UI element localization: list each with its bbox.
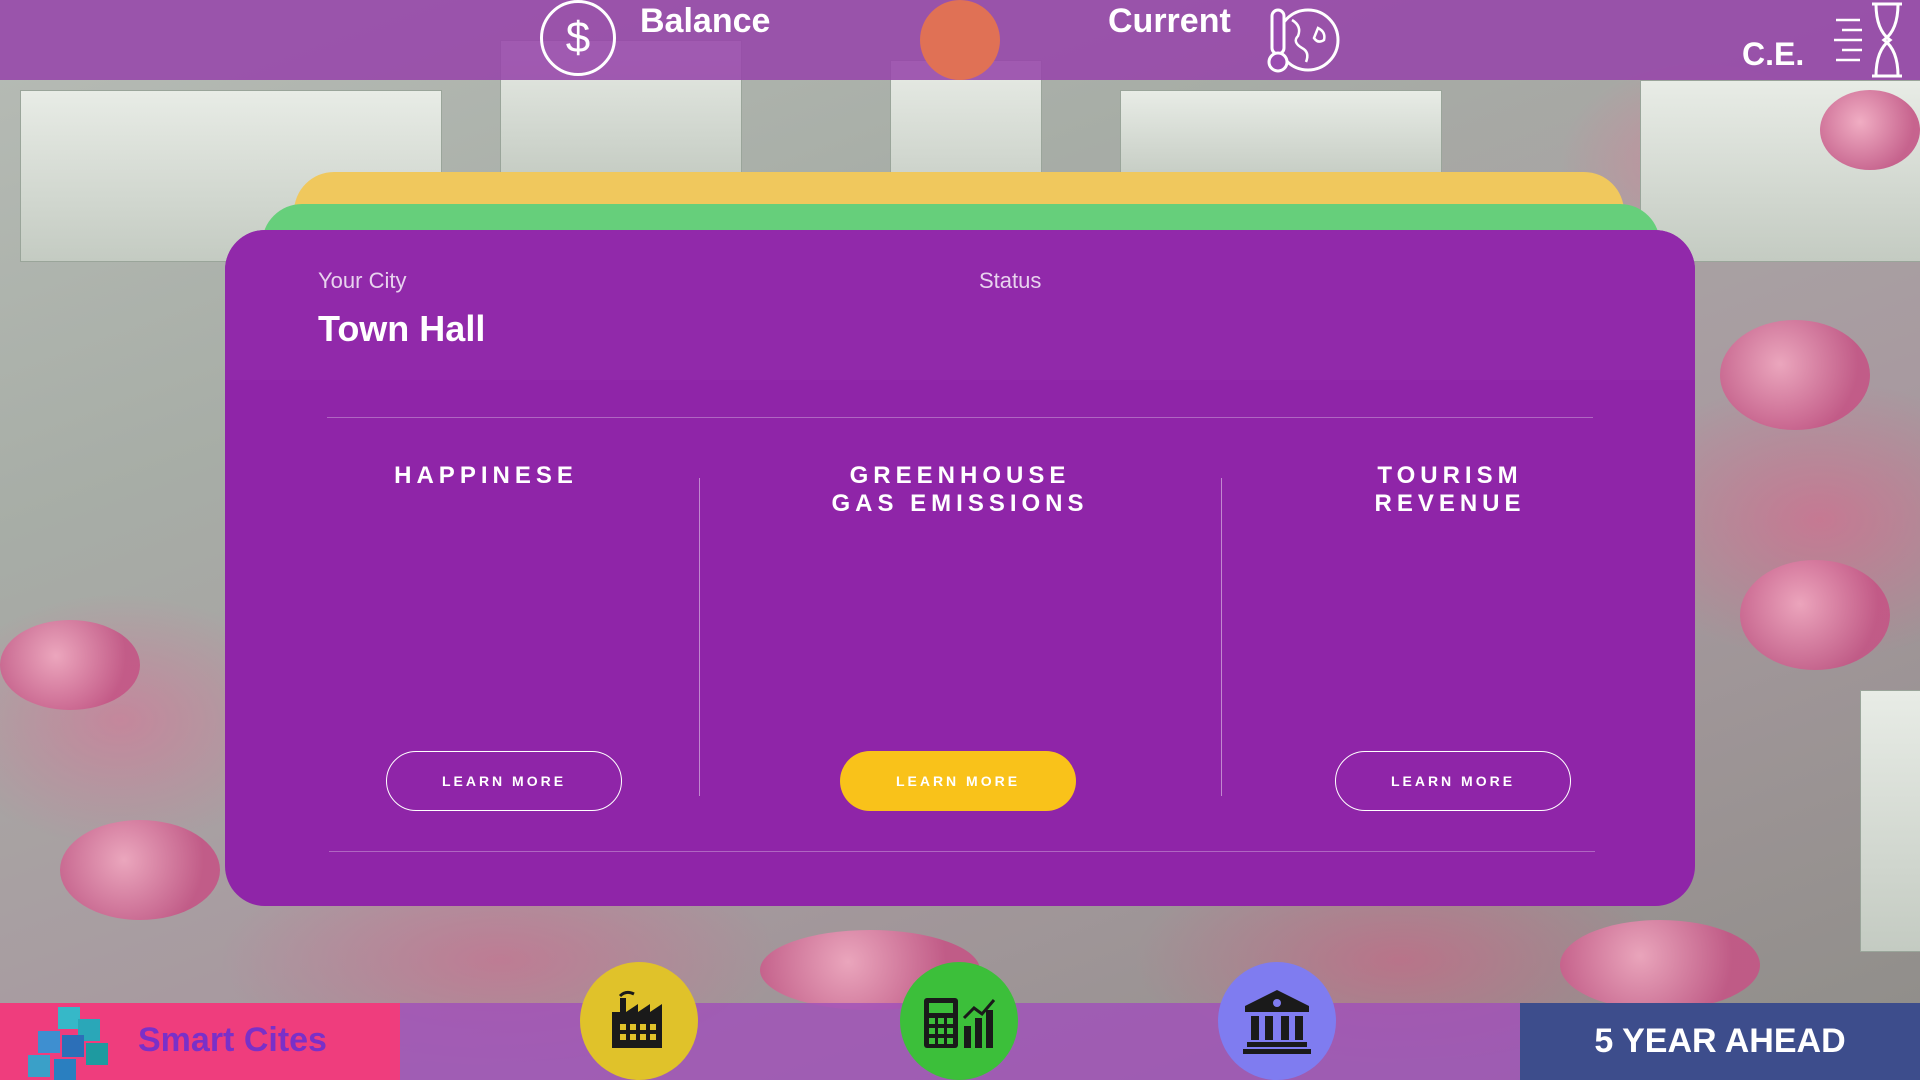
bank-building-icon — [1243, 990, 1311, 1054]
tree — [1720, 320, 1870, 430]
building — [1860, 690, 1920, 952]
building — [1120, 90, 1442, 182]
column-divider — [1221, 478, 1222, 796]
bank-building-button[interactable] — [1218, 962, 1336, 1080]
status-label: Status — [979, 268, 1042, 293]
smart-cities-logo-icon — [28, 1007, 108, 1080]
divider — [329, 851, 1595, 852]
your-city-label: Your City — [318, 268, 407, 293]
divider — [327, 417, 1593, 418]
tourism-learn-more-button[interactable]: LEARN MORE — [1335, 751, 1571, 811]
column-divider — [699, 478, 700, 796]
tourism-revenue-title: TOURISM REVENUE — [1374, 462, 1526, 517]
ce-label: C.E. — [1742, 36, 1805, 72]
card-header — [225, 230, 1695, 380]
status-indicator — [920, 0, 1000, 80]
tree — [1560, 920, 1760, 1010]
five-year-ahead-button[interactable]: 5 YEAR AHEAD — [1520, 1003, 1920, 1080]
happiness-learn-more-button[interactable]: LEARN MORE — [386, 751, 622, 811]
tree — [60, 820, 220, 920]
tree — [0, 620, 140, 710]
factory-button[interactable] — [580, 962, 698, 1080]
calculator-chart-button[interactable] — [900, 962, 1018, 1080]
brand-panel: Smart Cites — [0, 1003, 400, 1080]
calculator-chart-icon — [924, 998, 996, 1048]
dollar-icon[interactable]: $ — [540, 0, 616, 76]
hourglass-icon[interactable] — [1832, 0, 1914, 80]
city-status-card: Your City Town Hall Status HAPPINESE GRE… — [225, 230, 1695, 906]
happiness-title: HAPPINESE — [394, 462, 578, 489]
factory-icon — [612, 990, 662, 1048]
tree — [1740, 560, 1890, 670]
tree — [1820, 90, 1920, 170]
city-name: Town Hall — [318, 308, 486, 349]
greenhouse-gas-title: GREENHOUSE GAS EMISSIONS — [831, 462, 1089, 517]
current-label: Current — [1108, 2, 1231, 40]
greenhouse-learn-more-button[interactable]: LEARN MORE — [840, 751, 1076, 811]
balance-label: Balance — [640, 2, 771, 40]
brand-name: Smart Cites — [138, 1021, 327, 1059]
climate-globe-icon[interactable] — [1262, 0, 1342, 80]
